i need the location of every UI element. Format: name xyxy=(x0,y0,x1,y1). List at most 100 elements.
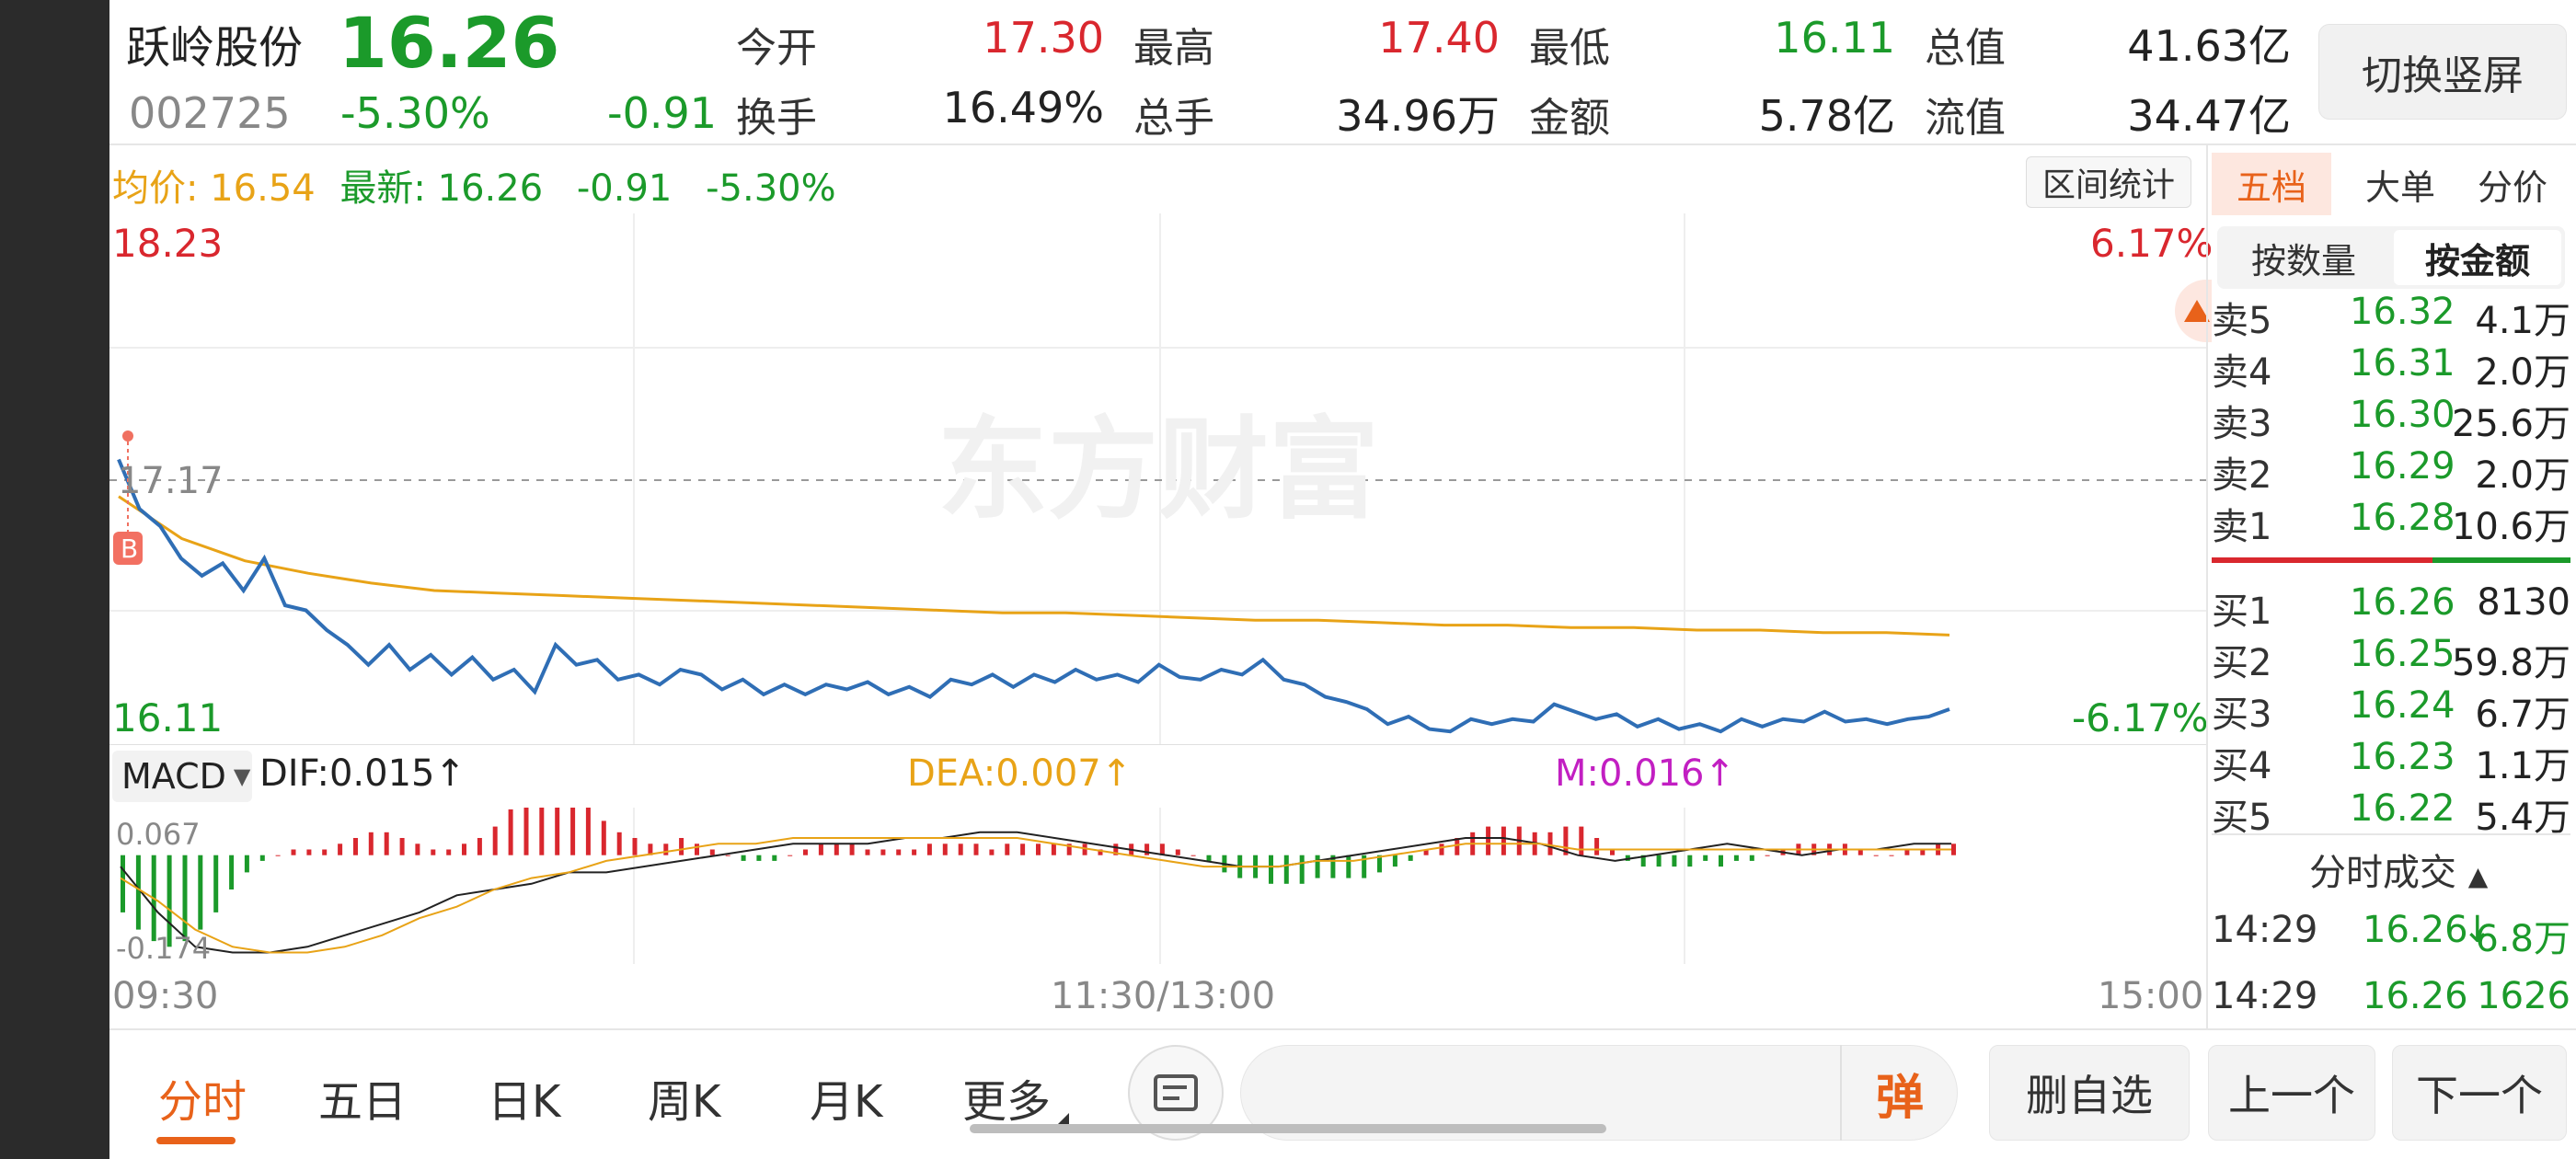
bottom-divider xyxy=(109,1028,2576,1030)
macd-bar xyxy=(942,843,948,855)
tab-five-levels[interactable]: 五档 xyxy=(2212,153,2331,215)
ticks-divider xyxy=(2212,833,2570,835)
ask-price: 16.28 xyxy=(2350,497,2455,539)
macd-bar xyxy=(772,855,777,861)
ask-volume: 10.6万 xyxy=(2451,506,2570,548)
subtab-by-quantity[interactable]: 按数量 xyxy=(2221,230,2386,285)
ask-label: 卖2 xyxy=(2212,454,2272,497)
macd-bar xyxy=(849,843,855,855)
dif-value: DIF:0.015↑ xyxy=(259,752,466,795)
macd-bar xyxy=(462,843,466,855)
bid-row[interactable]: 买4 16.23 1.1万 xyxy=(2212,736,2570,787)
stock-name: 跃岭股份 xyxy=(126,22,304,74)
macd-bar xyxy=(508,809,513,855)
volume-value: 34.96万 xyxy=(1336,91,1500,141)
tab-big-orders[interactable]: 大单 xyxy=(2350,153,2451,215)
turnover-label: 换手 xyxy=(736,95,817,142)
macd-bar xyxy=(1005,843,1010,855)
switch-portrait-button[interactable]: 切换竖屏 xyxy=(2318,24,2567,120)
tab-more[interactable]: 更多 xyxy=(962,1065,1051,1130)
macd-bar xyxy=(415,843,420,855)
macd-bar xyxy=(1190,855,1196,856)
macd-bar xyxy=(368,832,374,855)
macd-bar xyxy=(709,849,715,855)
bid-label: 买2 xyxy=(2212,642,2272,684)
macd-bar xyxy=(229,855,235,889)
ask-row[interactable]: 卖5 16.32 4.1万 xyxy=(2212,291,2570,342)
y-top-label: 18.23 xyxy=(112,221,224,266)
ask-price: 16.32 xyxy=(2350,291,2455,333)
interval-stats-button[interactable]: 区间统计 xyxy=(2026,156,2191,208)
panel-divider xyxy=(2206,145,2208,1028)
bid-volume: 59.8万 xyxy=(2451,642,2570,684)
left-dark-bar xyxy=(0,0,109,1159)
low-label: 最低 xyxy=(1529,25,1610,72)
subtab-by-amount[interactable]: 按金额 xyxy=(2394,230,2561,285)
dea-value: DEA:0.007↑ xyxy=(907,752,1133,795)
open-value: 17.30 xyxy=(983,13,1104,63)
macd-label: MACD xyxy=(121,756,226,797)
info-line: 均价: 16.54 最新: 16.26 -0.91 -5.30% xyxy=(112,158,836,212)
tab-price-dist[interactable]: 分价 xyxy=(2458,153,2567,215)
tab-daily-k[interactable]: 日K xyxy=(488,1065,560,1130)
ask-price: 16.31 xyxy=(2350,342,2455,384)
ask-price: 16.29 xyxy=(2350,445,2455,488)
macd-bar xyxy=(1889,855,1894,856)
macd-bar xyxy=(259,855,265,861)
macd-bar xyxy=(756,855,762,861)
high-value: 17.40 xyxy=(1378,13,1500,63)
macd-bar xyxy=(896,849,902,855)
tab-monthly-k[interactable]: 月K xyxy=(810,1065,882,1130)
bid-row[interactable]: 买3 16.24 6.7万 xyxy=(2212,684,2570,736)
home-indicator xyxy=(970,1124,1606,1133)
macd-bar xyxy=(1206,855,1212,861)
macd-selector[interactable]: MACD ▼ xyxy=(112,751,252,802)
macd-bar xyxy=(539,808,545,855)
macd-bar xyxy=(1346,855,1351,878)
macd-bar xyxy=(1594,838,1600,855)
m-value: M:0.016↑ xyxy=(1555,752,1736,795)
ask-row[interactable]: 卖3 16.30 25.6万 xyxy=(2212,394,2570,445)
pct-bottom-label: -6.17% xyxy=(2072,695,2209,740)
bid-label: 买1 xyxy=(2212,591,2272,633)
mktcap-label: 总值 xyxy=(1925,25,2006,72)
time-mid: 11:30/13:00 xyxy=(1051,975,1276,1017)
tab-intraday[interactable]: 分时 xyxy=(158,1065,247,1130)
amount-value: 5.78亿 xyxy=(1758,91,1895,141)
macd-bar xyxy=(926,843,932,855)
ask-row[interactable]: 卖4 16.31 2.0万 xyxy=(2212,342,2570,394)
bid-row[interactable]: 买2 16.25 59.8万 xyxy=(2212,633,2570,684)
stock-price: 16.26 xyxy=(339,2,560,84)
bid-label: 买4 xyxy=(2212,745,2272,787)
macd-bar xyxy=(1765,855,1770,856)
stock-change-pct: -5.30% xyxy=(340,88,490,138)
bid-strength-bar xyxy=(2432,557,2570,563)
ask-row[interactable]: 卖1 16.28 10.6万 xyxy=(2212,497,2570,548)
macd-bar xyxy=(555,808,560,855)
next-stock-button[interactable]: 下一个 xyxy=(2392,1045,2567,1141)
ask-row[interactable]: 卖2 16.29 2.0万 xyxy=(2212,445,2570,497)
latest-change-pct: -5.30% xyxy=(706,167,836,210)
prev-stock-button[interactable]: 上一个 xyxy=(2208,1045,2375,1141)
macd-bar xyxy=(1036,843,1041,855)
caret-down-icon: ▼ xyxy=(233,763,251,789)
bid-row[interactable]: 买5 16.22 5.4万 xyxy=(2212,787,2570,839)
caret-up-icon: ▲ xyxy=(2467,861,2489,891)
macd-bar xyxy=(585,808,591,855)
macd-bar xyxy=(834,843,839,855)
macd-y-top: 0.067 xyxy=(116,817,201,852)
turnover-value: 16.49% xyxy=(942,83,1104,132)
tab-weekly-k[interactable]: 周K xyxy=(648,1065,720,1130)
danmaku-toggle-button[interactable]: 弹 xyxy=(1840,1045,1958,1141)
macd-bar xyxy=(198,855,203,930)
bid-price: 16.25 xyxy=(2350,633,2455,675)
macd-bar xyxy=(1408,855,1413,861)
tab-five-day[interactable]: 五日 xyxy=(318,1065,407,1130)
ask-strength-bar xyxy=(2212,557,2432,563)
macd-bar xyxy=(695,843,699,855)
macd-y-bottom: -0.174 xyxy=(116,931,212,966)
ticks-title[interactable]: 分时成交 ▲ xyxy=(2309,843,2488,896)
remove-favorite-button[interactable]: 删自选 xyxy=(1989,1045,2190,1141)
bid-row[interactable]: 买1 16.26 8130 xyxy=(2212,581,2570,633)
macd-bar xyxy=(384,832,389,855)
